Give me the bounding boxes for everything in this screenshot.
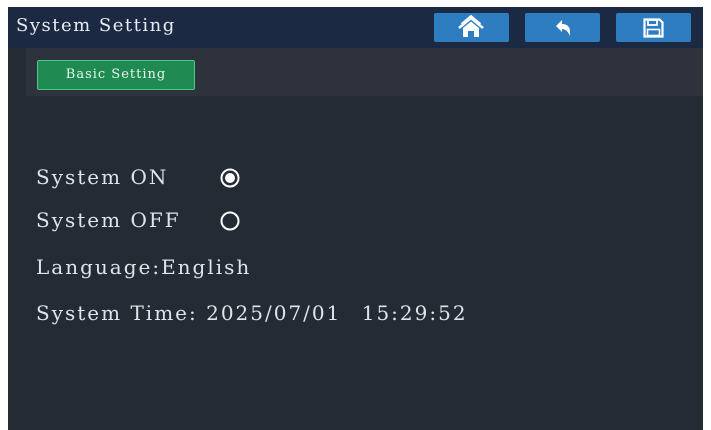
hmi-screen: System Setting Basic Setting System ON S… <box>8 7 703 430</box>
back-button[interactable] <box>525 13 600 42</box>
home-button[interactable] <box>434 13 509 42</box>
system-on-label: System ON <box>36 165 169 189</box>
radio-selected-icon <box>220 168 240 188</box>
page-title: System Setting <box>16 15 176 36</box>
save-button[interactable] <box>616 13 691 42</box>
language-setting[interactable]: Language:English <box>36 255 251 279</box>
save-icon <box>643 18 664 38</box>
tab-basic-setting[interactable]: Basic Setting <box>37 60 195 90</box>
home-icon <box>458 14 484 37</box>
system-clock-value: 15:29:52 <box>361 301 468 325</box>
system-time-setting[interactable]: System Time: 2025/07/01 15:29:52 <box>36 301 468 325</box>
back-arrow-icon <box>556 20 570 36</box>
system-off-radio[interactable] <box>220 211 240 231</box>
system-off-label: System OFF <box>36 208 181 232</box>
system-time-label: System Time: <box>36 301 198 325</box>
radio-unselected-icon <box>220 211 240 231</box>
system-on-radio[interactable] <box>220 168 240 188</box>
language-label: Language: <box>36 255 162 279</box>
tab-bar: Basic Setting <box>26 48 703 96</box>
language-value: English <box>161 255 252 279</box>
system-date-value: 2025/07/01 <box>206 301 342 325</box>
header-bar: System Setting <box>8 7 703 48</box>
